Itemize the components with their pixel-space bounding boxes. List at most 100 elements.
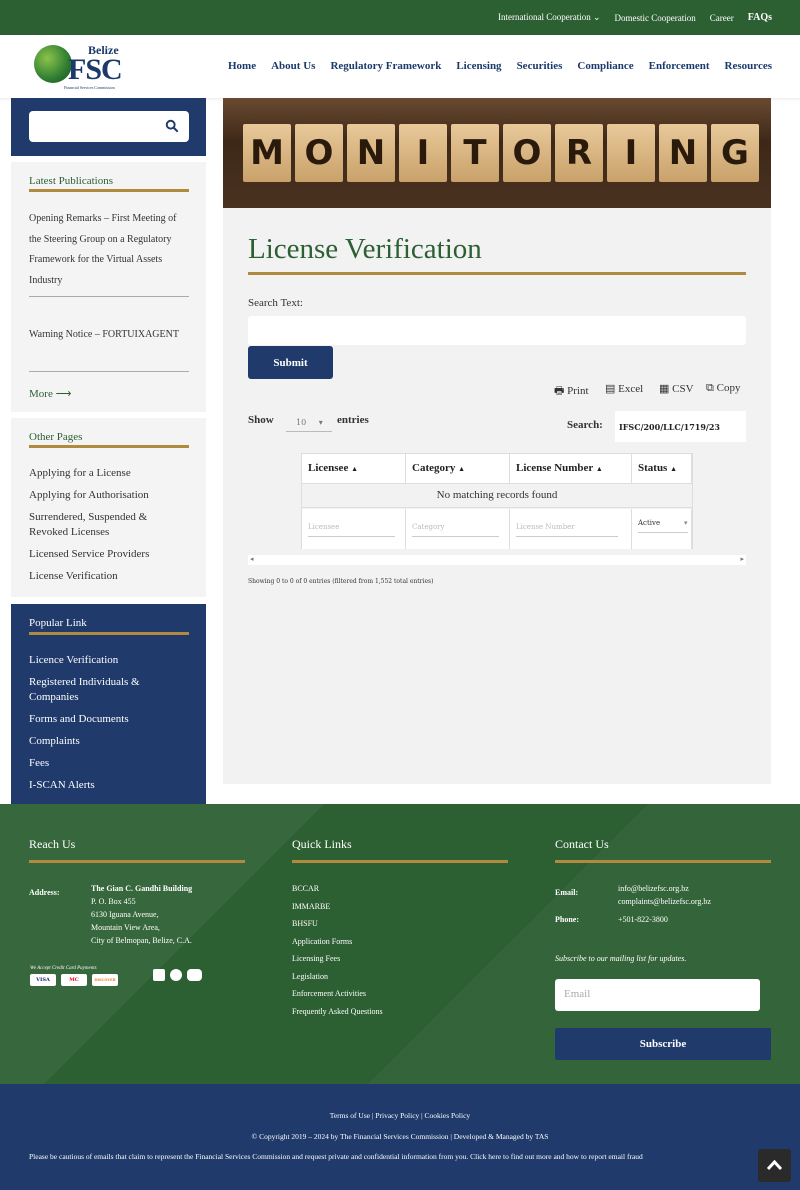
filter-licensee[interactable]: Licensee (302, 509, 406, 549)
column-header-status[interactable]: Status ▲ (632, 454, 692, 484)
quick-links-title: Quick Links (292, 837, 352, 851)
fraud-warning[interactable]: Please be cautious of emails that claim … (29, 1152, 774, 1161)
nav-home[interactable]: Home (228, 60, 256, 72)
csv-icon: ▦ (659, 383, 670, 395)
quick-link[interactable]: Licensing Fees (292, 952, 383, 965)
phone-label: Phone: (555, 915, 579, 924)
footer-rule (555, 860, 771, 863)
other-page-link[interactable]: Licensed Service Providers (29, 547, 199, 562)
quick-link[interactable]: Application Forms (292, 935, 383, 948)
copy-button[interactable]: ⧉ Copy (706, 382, 740, 395)
quick-link[interactable]: BHSFU (292, 917, 383, 930)
email-link[interactable]: info@belizefsc.org.bz (618, 882, 711, 895)
excel-label: Excel (618, 383, 644, 395)
popular-links-title: Popular Link (29, 617, 87, 629)
quick-link[interactable]: IMMARBE (292, 900, 383, 913)
copy-icon: ⧉ (706, 382, 714, 394)
column-header-label: Category (412, 462, 456, 474)
more-link[interactable]: More ⟶ (29, 387, 71, 400)
column-header-label: Licensee (308, 462, 349, 474)
globe-icon (34, 45, 72, 83)
scroll-left-icon[interactable]: ◂ (250, 555, 254, 563)
print-button[interactable]: 🖶 Print (554, 382, 589, 401)
filter-category[interactable]: Category (406, 509, 510, 549)
email-list: info@belizefsc.org.bz complaints@belizef… (618, 882, 711, 908)
nav-regulatory[interactable]: Regulatory Framework (330, 60, 441, 72)
subscribe-email-input[interactable]: Email (555, 979, 760, 1011)
legal-links[interactable]: Terms of Use | Privacy Policy | Cookies … (0, 1111, 800, 1120)
top-link-faqs[interactable]: FAQs (748, 12, 772, 23)
chevron-down-icon: ▾ (684, 519, 688, 527)
entries-select[interactable]: 10 ▾ (286, 413, 332, 432)
table-search-input[interactable]: IFSC/200/LLC/1719/23 (615, 411, 746, 442)
popular-link[interactable]: Licence Verification (29, 653, 199, 668)
nav-securities[interactable]: Securities (517, 60, 563, 72)
nav-about[interactable]: About Us (271, 60, 315, 72)
column-header-license-number[interactable]: License Number ▲ (510, 454, 632, 484)
license-table: Licensee ▲ Category ▲ License Number ▲ S… (301, 453, 693, 549)
nav-resources[interactable]: Resources (725, 60, 772, 72)
quick-link[interactable]: Legislation (292, 970, 383, 983)
contact-us-title: Contact Us (555, 837, 609, 851)
search-icon[interactable] (165, 119, 179, 133)
discover-icon: DISCOVER (92, 974, 118, 986)
letter-block: G (711, 124, 759, 182)
bottom-bar: Terms of Use | Privacy Policy | Cookies … (0, 1084, 800, 1190)
youtube-icon[interactable] (187, 969, 202, 981)
header: Belize FSC Financial Services Commission… (0, 35, 800, 98)
filter-placeholder: Licensee (308, 523, 395, 537)
social-links (153, 969, 202, 981)
other-pages-panel: Other Pages Applying for a License Apply… (11, 418, 206, 597)
other-page-link[interactable]: Applying for a License (29, 466, 199, 481)
entries-select-value: 10 (296, 418, 307, 427)
entries-label: entries (337, 414, 369, 426)
logo[interactable]: Belize FSC Financial Services Commission (34, 43, 134, 90)
other-page-link[interactable]: License Verification (29, 569, 199, 584)
top-link-international[interactable]: International Cooperation ⌄ (498, 12, 601, 23)
nav-licensing[interactable]: Licensing (456, 60, 501, 72)
quick-link[interactable]: Frequently Asked Questions (292, 1005, 383, 1018)
popular-link[interactable]: Complaints (29, 734, 199, 749)
other-page-link[interactable]: Surrendered, Suspended & Revoked License… (29, 510, 174, 540)
popular-link[interactable]: Forms and Documents (29, 712, 199, 727)
filter-license-number[interactable]: License Number (510, 509, 632, 549)
horizontal-scrollbar[interactable]: ◂ ▸ (248, 555, 746, 565)
excel-button[interactable]: ▤ Excel (605, 382, 643, 395)
footer-rule (29, 860, 245, 863)
print-icon: 🖶 (554, 385, 565, 397)
popular-link[interactable]: Registered Individuals & Companies (29, 675, 164, 705)
letter-block: R (555, 124, 603, 182)
back-to-top-button[interactable] (758, 1149, 791, 1182)
divider (29, 296, 189, 297)
filter-status-select[interactable]: Active ▾ (632, 509, 692, 549)
quick-link[interactable]: Enforcement Activities (292, 987, 383, 1000)
quick-link[interactable]: BCCAR (292, 882, 383, 895)
address-label: Address: (29, 888, 60, 897)
publication-link[interactable]: Warning Notice – FORTUIXAGENT (29, 325, 189, 346)
title-rule (29, 189, 189, 192)
other-page-link[interactable]: Applying for Authorisation (29, 488, 199, 503)
facebook-icon[interactable] (170, 969, 182, 981)
email-link[interactable]: complaints@belizefsc.org.bz (618, 895, 711, 908)
column-header-category[interactable]: Category ▲ (406, 454, 510, 484)
submit-button[interactable]: Submit (248, 346, 333, 379)
phone-number[interactable]: +501-822-3800 (618, 913, 668, 926)
latest-publications-title: Latest Publications (29, 175, 114, 187)
popular-link[interactable]: I-SCAN Alerts (29, 778, 199, 793)
publication-link[interactable]: Opening Remarks – First Meeting of the S… (29, 209, 189, 291)
nav-compliance[interactable]: Compliance (577, 60, 633, 72)
top-link-domestic[interactable]: Domestic Cooperation (615, 13, 696, 23)
linkedin-icon[interactable] (153, 969, 165, 981)
nav-enforcement[interactable]: Enforcement (649, 60, 710, 72)
subscribe-button[interactable]: Subscribe (555, 1028, 771, 1060)
letter-block: N (347, 124, 395, 182)
sort-icon: ▲ (595, 465, 603, 473)
sidebar-search-input[interactable] (29, 111, 189, 142)
top-link-career[interactable]: Career (710, 13, 734, 23)
search-text-input[interactable] (248, 316, 746, 345)
scroll-right-icon[interactable]: ▸ (740, 555, 744, 563)
csv-button[interactable]: ▦ CSV (659, 382, 694, 395)
filter-status-value: Active ▾ (638, 519, 688, 533)
popular-link[interactable]: Fees (29, 756, 199, 771)
column-header-licensee[interactable]: Licensee ▲ (302, 454, 406, 484)
